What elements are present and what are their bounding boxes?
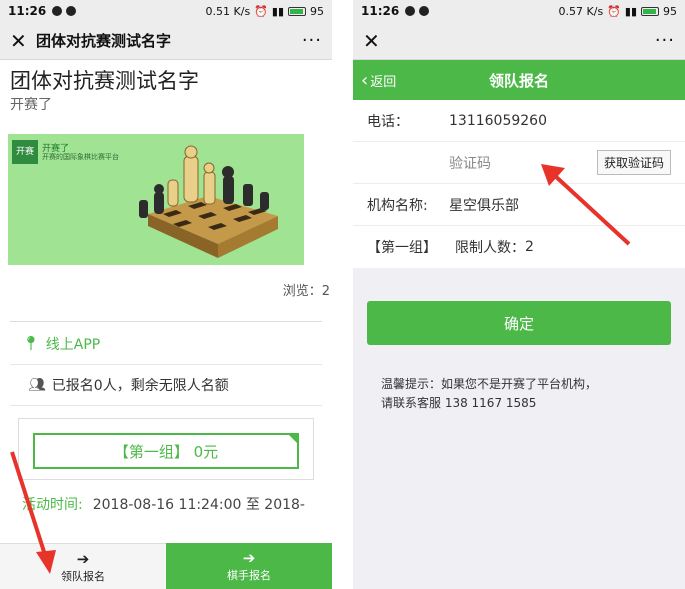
signal-icon: ▮▮ bbox=[271, 4, 284, 18]
phone-row: 电话： 13116059260 bbox=[353, 100, 685, 142]
chat-notification-icon bbox=[405, 6, 416, 16]
view-count: 浏览：2 bbox=[282, 284, 330, 299]
chessboard-illustration bbox=[139, 145, 278, 258]
alarm-icon: ⏰ bbox=[254, 4, 268, 18]
network-speed: 0.57 K/s bbox=[558, 4, 604, 18]
battery-level: 95 bbox=[310, 4, 324, 18]
back-chevron-icon: ‹ bbox=[361, 69, 369, 91]
nav-bar: ✕ ··· bbox=[353, 22, 685, 60]
page-subtitle: 开赛了 bbox=[10, 97, 52, 113]
red-arrow-annotation bbox=[541, 164, 631, 246]
phone-field[interactable]: 13116059260 bbox=[449, 113, 547, 129]
signal-icon: ▮▮ bbox=[624, 4, 637, 18]
limit-label: 限制人数： bbox=[455, 240, 525, 256]
page-title: 团体对抗赛测试名字 bbox=[10, 69, 199, 93]
signin-icon: ➔ bbox=[76, 549, 90, 568]
phone-label: 电话： bbox=[367, 113, 409, 130]
player-signup-button[interactable]: ➔ 棋手报名 bbox=[166, 543, 332, 589]
right-screen: 11:26 0.57 K/s ⏰ ▮▮ 95 ✕ ··· ‹ 返回 领队报名 电… bbox=[353, 0, 685, 589]
network-speed: 0.51 K/s bbox=[205, 4, 251, 18]
tip-line-2: 请联系客服 138 1167 1585 bbox=[381, 396, 537, 410]
message-notification-icon bbox=[66, 6, 77, 16]
signin-icon: ➔ bbox=[242, 549, 256, 567]
activity-time-value: 2018-08-16 11:24:00 至 2018- bbox=[92, 497, 305, 513]
battery-icon bbox=[641, 6, 659, 16]
confirm-button[interactable]: 确定 bbox=[367, 301, 671, 345]
org-label: 机构名称: bbox=[367, 197, 428, 214]
group-label: 【第一组】 bbox=[367, 240, 437, 256]
back-button[interactable]: ‹ 返回 bbox=[361, 70, 396, 91]
location-icon: 📍︎ bbox=[22, 336, 40, 352]
limit-value: 2 bbox=[525, 239, 534, 255]
message-notification-icon bbox=[419, 6, 430, 16]
close-icon[interactable]: ✕ bbox=[363, 29, 389, 53]
online-row: 📍︎ 线上APP bbox=[0, 322, 332, 354]
signup-status: 已报名0人，剩余无限人名额 bbox=[51, 378, 229, 394]
battery-icon bbox=[288, 6, 306, 16]
status-time: 11:26 bbox=[8, 4, 47, 18]
page-header: ‹ 返回 领队报名 bbox=[353, 60, 685, 100]
red-arrow-annotation bbox=[10, 451, 56, 574]
code-input[interactable]: 验证码 bbox=[449, 153, 491, 173]
signup-status-row: 👥︎ 已报名0人，剩余无限人名额 bbox=[10, 365, 322, 406]
header-title: 领队报名 bbox=[488, 71, 549, 90]
group-select-button[interactable]: 【第一组】 0元 bbox=[33, 433, 299, 469]
org-field[interactable]: 星空俱乐部 bbox=[449, 195, 519, 215]
left-screen: 11:26 0.51 K/s ⏰ ▮▮ 95 ✕ 团体对抗赛测试名字 ··· 团… bbox=[0, 0, 332, 589]
close-icon[interactable]: ✕ bbox=[10, 29, 36, 53]
battery-level: 95 bbox=[663, 4, 677, 18]
player-signup-label: 棋手报名 bbox=[227, 569, 271, 582]
status-bar: 11:26 0.57 K/s ⏰ ▮▮ 95 bbox=[353, 0, 685, 22]
tip-text: 温馨提示：如果您不是开赛了平台机构， 请联系客服 138 1167 1585 bbox=[353, 345, 685, 413]
nav-bar: ✕ 团体对抗赛测试名字 ··· bbox=[0, 22, 332, 60]
online-label: 线上APP bbox=[45, 337, 101, 353]
status-time: 11:26 bbox=[361, 4, 400, 18]
status-bar: 11:26 0.51 K/s ⏰ ▮▮ 95 bbox=[0, 0, 332, 22]
back-label: 返回 bbox=[370, 74, 397, 90]
chat-notification-icon bbox=[52, 6, 63, 16]
alarm-icon: ⏰ bbox=[607, 4, 621, 18]
nav-title: 团体对抗赛测试名字 bbox=[36, 32, 172, 50]
more-icon[interactable]: ··· bbox=[655, 30, 675, 51]
more-icon[interactable]: ··· bbox=[302, 30, 322, 51]
event-banner: 开赛 开赛了 开赛的国际象棋比赛平台 bbox=[8, 134, 304, 265]
users-icon: 👥︎ bbox=[28, 377, 46, 393]
tip-line-1: 温馨提示：如果您不是开赛了平台机构， bbox=[381, 377, 598, 391]
